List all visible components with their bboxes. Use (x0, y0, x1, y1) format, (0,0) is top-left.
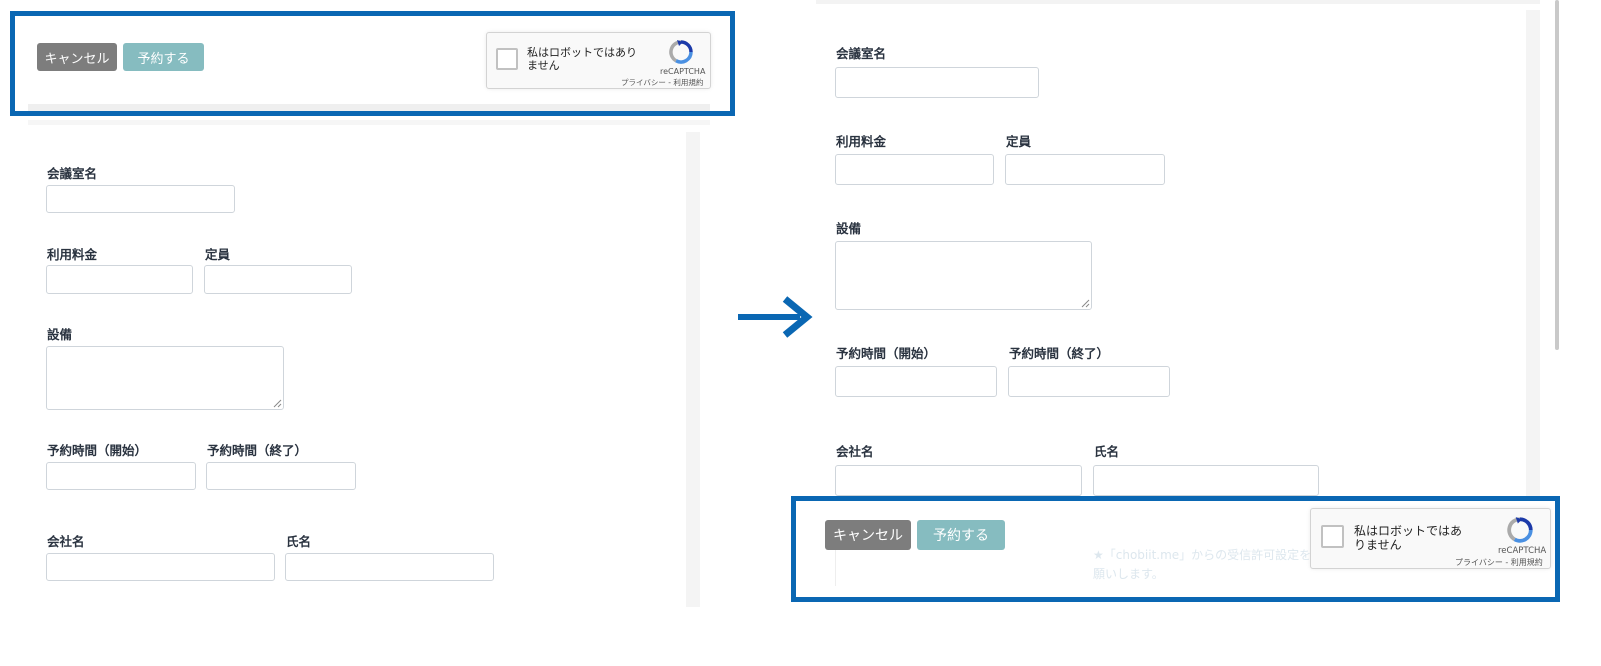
before-form-scrollbar[interactable] (686, 132, 700, 607)
before-equipment-label: 設備 (47, 327, 73, 342)
after-panel: 会議室名 利用料金 定員 設備 予約時間（開始） 予約時間（終了） 会社名 氏名… (790, 0, 1601, 620)
resize-grip-icon[interactable] (1081, 299, 1090, 308)
before-room-name-input[interactable] (46, 185, 235, 213)
after-company-label: 会社名 (836, 444, 874, 459)
after-panel-top-edge (816, 0, 1540, 4)
before-start-time-label: 予約時間（開始） (47, 443, 148, 458)
after-capacity-input[interactable] (1005, 154, 1165, 185)
before-company-input[interactable] (46, 553, 275, 581)
after-name-label: 氏名 (1094, 444, 1120, 459)
before-name-label: 氏名 (286, 534, 312, 549)
before-fee-label: 利用料金 (47, 247, 98, 262)
before-capacity-input[interactable] (204, 265, 352, 294)
before-end-time-label: 予約時間（終了） (207, 443, 308, 458)
before-start-time-input[interactable] (46, 462, 196, 490)
before-equipment-textarea[interactable] (46, 346, 284, 410)
after-page-scrollbar-thumb[interactable] (1555, 0, 1559, 350)
after-end-time-label: 予約時間（終了） (1009, 346, 1110, 361)
after-name-input[interactable] (1093, 465, 1319, 496)
before-company-label: 会社名 (47, 534, 85, 549)
after-start-time-input[interactable] (835, 366, 997, 397)
after-fee-input[interactable] (835, 154, 994, 185)
after-fee-label: 利用料金 (836, 134, 887, 149)
after-start-time-label: 予約時間（開始） (836, 346, 937, 361)
after-company-input[interactable] (835, 465, 1082, 496)
after-equipment-label: 設備 (836, 221, 862, 236)
before-panel: キャンセル 予約する 私はロボットではありません reCAPTCHA プライバシ… (0, 0, 735, 620)
after-capacity-label: 定員 (1006, 134, 1032, 149)
after-form-scrollbar[interactable] (1526, 10, 1540, 496)
resize-grip-icon[interactable] (273, 399, 282, 408)
after-room-name-input[interactable] (835, 67, 1039, 98)
before-capacity-label: 定員 (205, 247, 231, 262)
after-equipment-textarea[interactable] (835, 241, 1092, 310)
after-toolbar-highlight (791, 496, 1560, 602)
before-end-time-input[interactable] (206, 462, 356, 490)
before-name-input[interactable] (285, 553, 494, 581)
after-room-name-label: 会議室名 (836, 46, 887, 61)
after-end-time-input[interactable] (1008, 366, 1170, 397)
before-toolbar-highlight (10, 11, 735, 116)
before-form-top-edge (28, 120, 710, 125)
before-fee-input[interactable] (46, 265, 193, 294)
before-room-name-label: 会議室名 (47, 166, 98, 181)
